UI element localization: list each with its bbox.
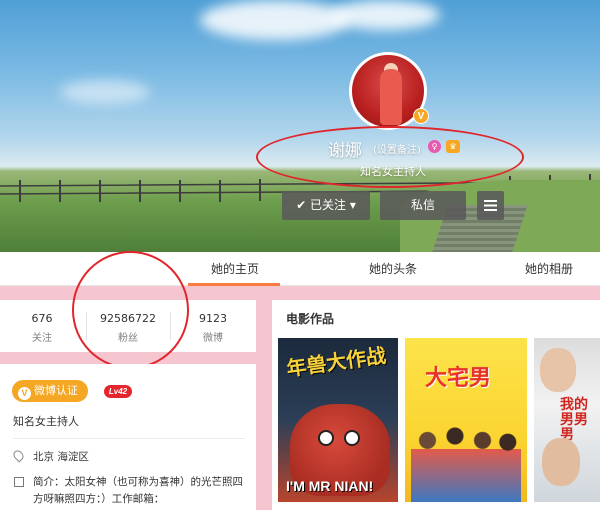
poster-title: 我的男男男 [560,397,588,443]
posts-count[interactable]: 9123 [196,312,230,325]
cloud [60,80,150,104]
chevron-down-icon: ▾ [349,198,356,212]
verified-icon: V [18,387,31,400]
poster-title: 年兽大作战 [285,343,388,381]
poster-character-eye [318,430,334,446]
movies-section: 电影作品 年兽大作战 I'M MR NIAN! 大宅男 我的男男男 [272,300,600,510]
movies-section-title: 电影作品 [286,312,335,326]
verified-title: 知名女主持人 [13,415,79,428]
verify-label: 微博认证 [34,384,78,397]
info-card: V 微博认证 Lv42 知名女主持人 北京 海淀区 简介：太阳女神（也可称为喜神）… [0,364,256,510]
annotation-circle-fans [72,251,189,369]
bio-icon [14,477,24,487]
follow-button[interactable]: ✔ 已关注 ▾ [282,191,370,220]
poster-title: 大宅男 [425,366,492,391]
message-button[interactable]: 私信 [380,191,466,220]
verified-badge-icon: V [413,108,429,124]
tab-headlines[interactable]: 她的头条 [369,252,417,286]
follow-button-label: 已关注 [310,198,347,212]
cloud [200,0,350,40]
cloud [330,0,440,30]
bio-text: 简介：太阳女神（也可称为喜神）的光芒照四方呀嘛照四方：）工作邮箱： [33,476,243,505]
active-tab-indicator [188,283,280,286]
weibo-profile-page: V 谢娜 (设置备注) ♀ ♛ 知名女主持人 ✔ 已关注 ▾ 私信 她的主页 她… [0,0,600,510]
tab-home[interactable]: 她的主页 [211,252,259,286]
poster-cast [411,414,521,502]
check-icon: ✔ [296,198,307,212]
movie-poster[interactable]: 大宅男 [405,338,527,502]
location-text: 北京 海淀区 [33,451,89,463]
menu-icon [484,200,497,211]
movie-poster[interactable]: 年兽大作战 I'M MR NIAN! [278,338,398,502]
location-pin-icon [11,448,26,463]
avatar-figure [380,69,402,125]
following-label: 关注 [32,333,52,344]
level-badge[interactable]: Lv42 [104,385,132,398]
poster-face [542,438,580,486]
following-count[interactable]: 676 [30,312,54,325]
poster-character-eye [344,430,360,446]
divider [13,438,245,439]
posts-label: 微博 [203,333,223,344]
tab-album[interactable]: 她的相册 [525,252,573,286]
annotation-circle-name [256,126,524,188]
poster-face [540,348,576,392]
weibo-verify-badge[interactable]: V 微博认证 [12,380,88,402]
movie-poster[interactable]: 我的男男男 [534,338,600,502]
poster-subtitle: I'M MR NIAN! [286,478,374,494]
